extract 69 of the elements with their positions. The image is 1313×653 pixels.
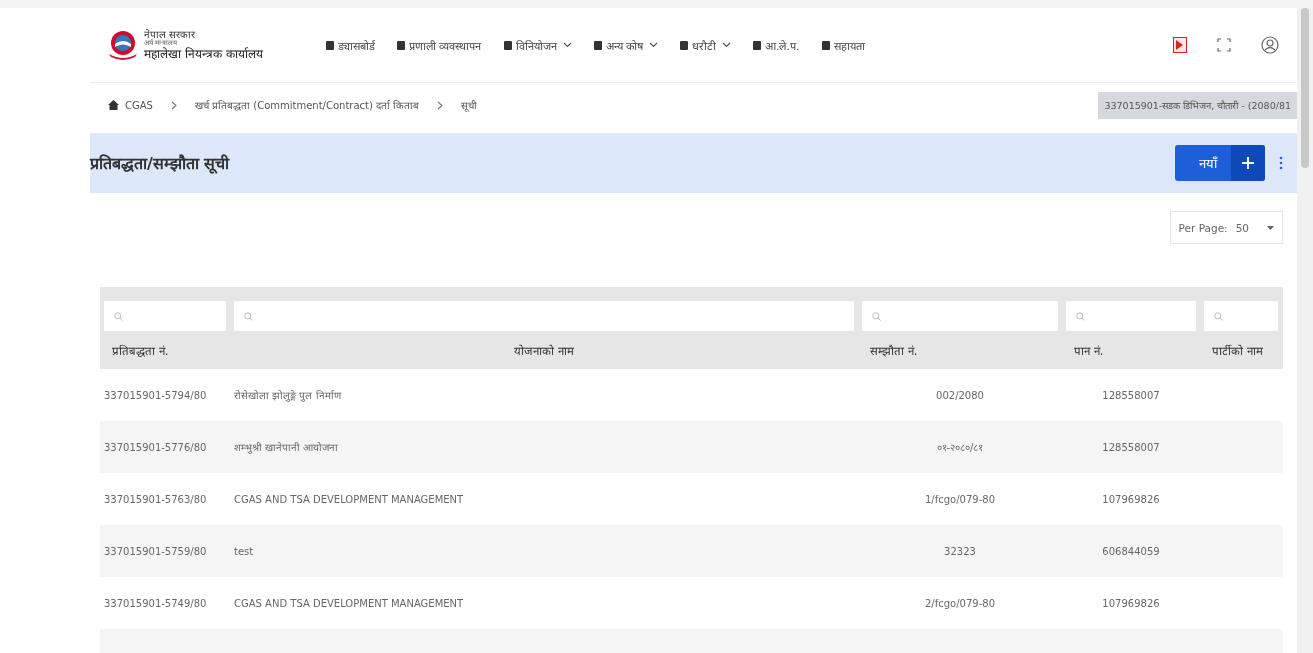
filter-field[interactable] — [1204, 301, 1278, 331]
table-cell: 107969826 — [1102, 493, 1160, 505]
chevron-down-icon[interactable] — [722, 42, 731, 48]
table-cell: 1/fcgo/079-80 — [925, 493, 995, 505]
table-cell: CGAS AND TSA DEVELOPMENT MANAGEMENT — [234, 597, 464, 609]
emblem-icon — [106, 30, 140, 60]
chevron-down-icon[interactable] — [649, 42, 658, 48]
chevron-icon — [170, 100, 177, 110]
table-cell: 337015901-5776/80 — [104, 441, 207, 453]
flag-icon[interactable] — [1173, 37, 1187, 53]
user-icon[interactable] — [1261, 36, 1279, 54]
nav-item[interactable]: प्रणाली व्यवस्थापन — [397, 37, 482, 53]
filter-field[interactable] — [862, 301, 1058, 331]
table-cell: test — [234, 545, 254, 557]
table-cell: 337015901-5759/80 — [104, 545, 207, 557]
chevron-icon — [437, 100, 444, 110]
column-header[interactable]: सम्झौता नं. — [870, 343, 918, 358]
more-icon[interactable] — [1279, 156, 1283, 170]
scrollbar[interactable] — [1297, 8, 1313, 653]
table-cell: 337015901-5794/80 — [104, 389, 207, 401]
column-header[interactable]: योजनाको नाम — [514, 343, 574, 358]
search-icon — [244, 311, 253, 321]
filter-field[interactable] — [1066, 301, 1196, 331]
filter-field[interactable] — [104, 301, 226, 331]
table-cell: 606844059 — [1102, 545, 1160, 557]
table-cell: 2/fcgo/079-80 — [925, 597, 995, 609]
table-cell: CGAS AND TSA DEVELOPMENT MANAGEMENT — [234, 493, 464, 505]
table-cell: 128558007 — [1102, 389, 1160, 401]
column-header[interactable]: प्रतिबद्धता नं. — [112, 343, 169, 358]
per-page-select[interactable]: Per Page: 50 — [1169, 211, 1283, 244]
search-icon — [872, 311, 881, 321]
table-cell: रोसेखोला झोलुङ्गे पुल निर्माण — [234, 390, 341, 401]
table-row[interactable]: 337015901-5759/80 test 32323 606844059 — [100, 525, 1283, 577]
search-icon — [1076, 311, 1085, 321]
table-cell: 128558007 — [1102, 441, 1160, 453]
table-cell: शम्भुश्री खानेपानी आयोजना — [234, 442, 339, 453]
chevron-down-icon[interactable] — [562, 42, 572, 48]
table-cell: 32323 — [944, 545, 976, 557]
caret-icon — [1267, 225, 1274, 230]
table-cell: 337015901-5749/80 — [104, 597, 207, 609]
nav-item[interactable]: विनियोजन — [503, 37, 572, 53]
table-cell: 337015901-5763/80 — [104, 493, 207, 505]
table-cell: 107969826 — [1102, 597, 1160, 609]
breadcrumb-item[interactable]: सूची — [461, 98, 478, 112]
filter-field[interactable] — [234, 301, 854, 331]
nav-item[interactable]: सहायता — [821, 37, 865, 53]
breadcrumb-item[interactable]: खर्च प्रतिबद्धता (Commitment/Contract) दर्ता किताब — [194, 98, 420, 112]
search-icon — [1214, 311, 1223, 321]
plus-icon — [1242, 157, 1254, 169]
nav-item[interactable]: ड्यासबोर्ड — [326, 37, 375, 53]
home-icon[interactable] — [108, 100, 119, 110]
nav-item[interactable]: अन्य कोष — [593, 37, 658, 53]
nav-item[interactable]: धरौटी — [680, 37, 731, 53]
column-header[interactable]: पान नं. — [1074, 343, 1104, 358]
table-cell: ०१-२०८०/८१ — [936, 442, 984, 453]
table-row[interactable]: 337015901-5794/80 रोसेखोला झोलुङ्गे पुल निर्माण 002/2080 128558007 — [100, 369, 1283, 421]
new-button[interactable]: नयाँ — [1175, 145, 1265, 181]
table-row[interactable]: 337015901-5749/80 CGAS AND TSA DEVELOPMENT MANAGEMENT 2/fcgo/079-80 107969826 — [100, 577, 1283, 629]
logo-text: महालेखा नियन्त्रक कार्यालय — [144, 47, 263, 61]
table-row[interactable]: 337015901-5776/80 शम्भुश्री खानेपानी आयोजना ०१-२०८०/८१ 128558007 — [100, 421, 1283, 473]
page-title: प्रतिबद्धता/सम्झौता सूची — [90, 153, 230, 174]
breadcrumb-item[interactable]: CGAS — [125, 99, 153, 111]
office-badge: 337015901-सडक डिभिजन, चौतारी - (2080/81 — [1098, 91, 1297, 119]
nav-item[interactable]: आ.ले.प. — [753, 37, 800, 53]
table-row[interactable]: 337015901-5763/80 CGAS AND TSA DEVELOPMENT MANAGEMENT 1/fcgo/079-80 107969826 — [100, 473, 1283, 525]
column-header[interactable]: पार्टीको नाम — [1212, 343, 1263, 358]
fullscreen-icon[interactable] — [1217, 38, 1231, 52]
search-icon — [114, 311, 123, 321]
table-cell: 002/2080 — [936, 389, 984, 401]
